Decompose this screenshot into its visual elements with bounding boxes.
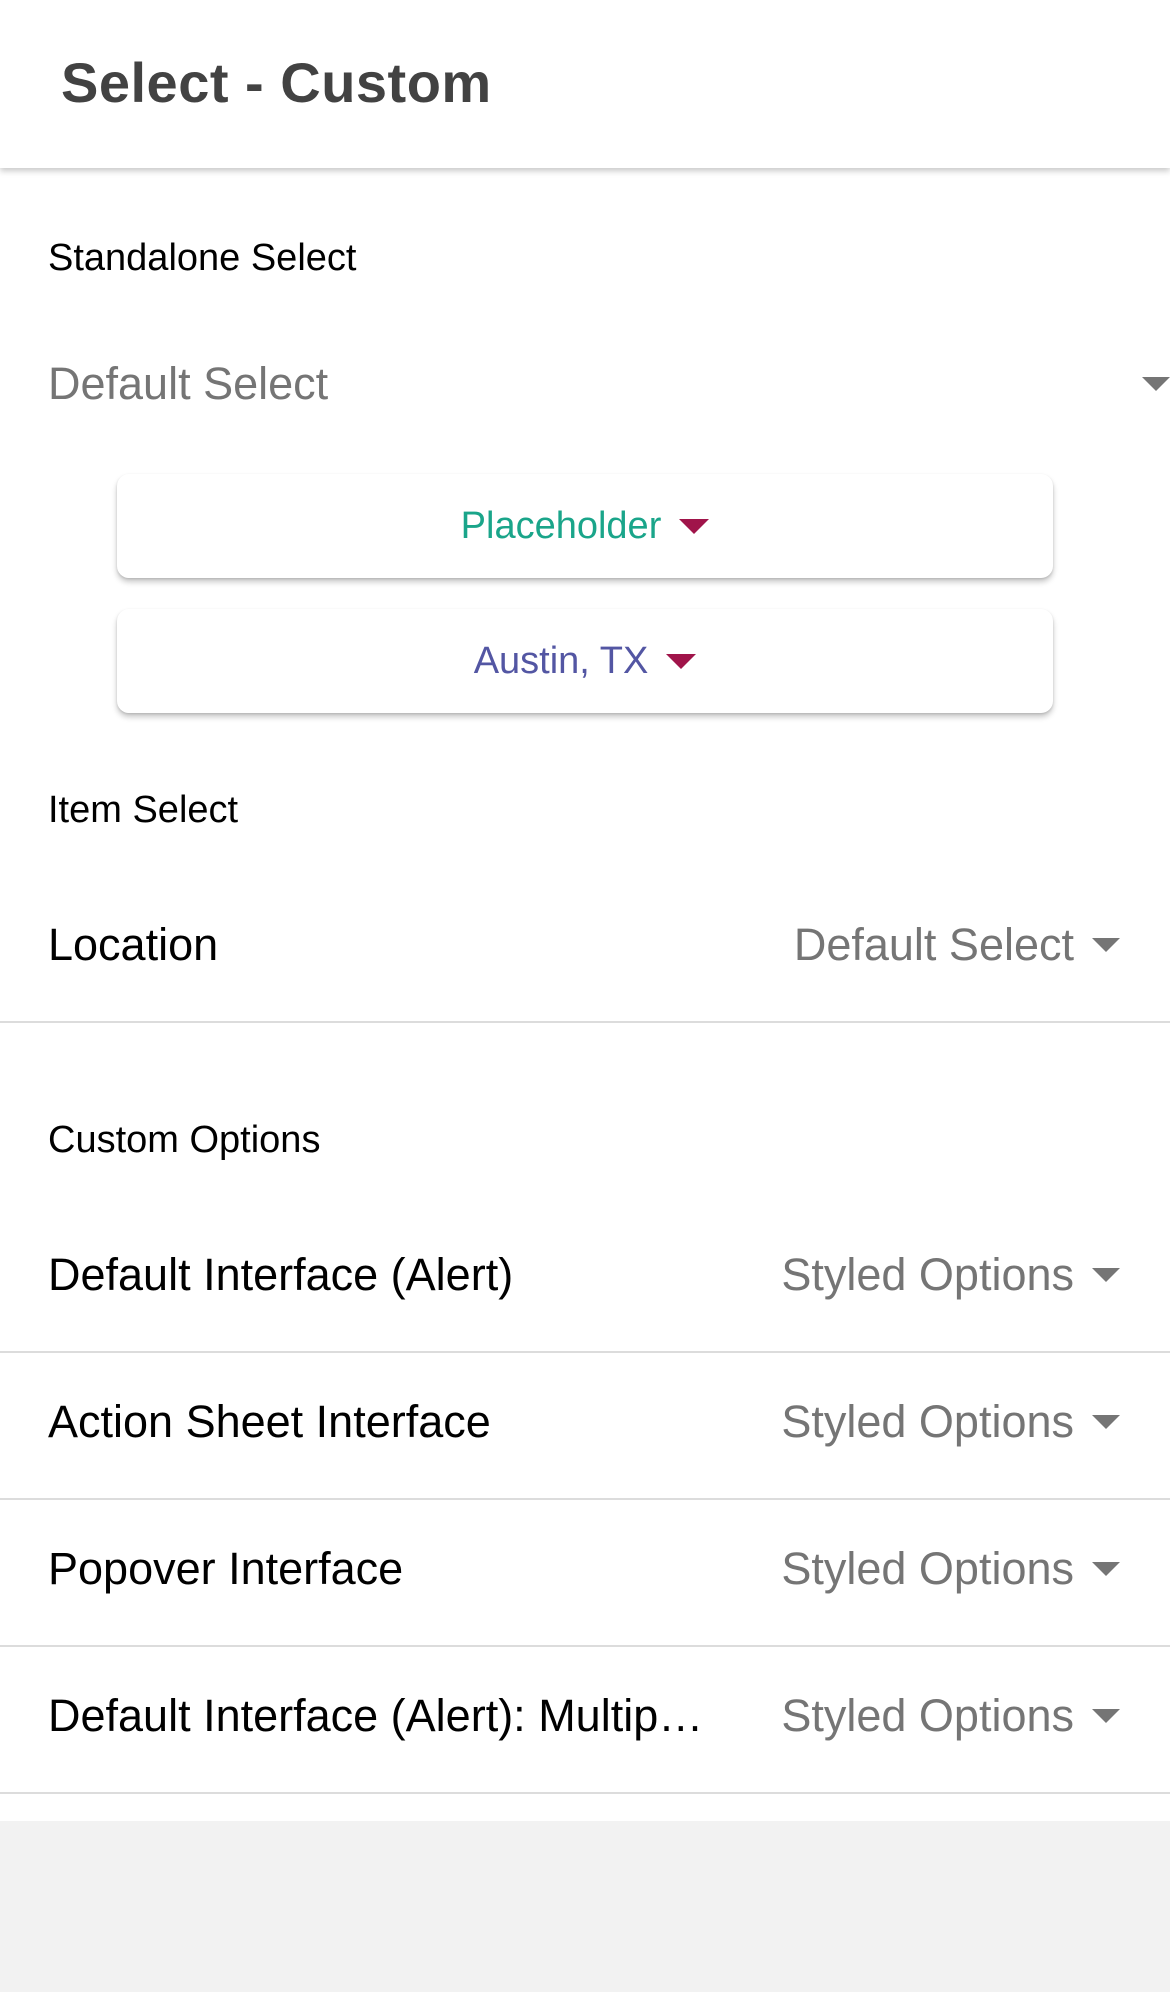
custom-select-alert[interactable]: Default Interface (Alert) Styled Options xyxy=(0,1207,1170,1353)
custom-select-popover[interactable]: Popover Interface Styled Options xyxy=(0,1501,1170,1647)
caret-down-icon xyxy=(1092,938,1120,952)
location-select-text: Austin, TX xyxy=(473,639,649,682)
item-value: Default Select xyxy=(794,919,1120,971)
caret-down-icon xyxy=(1092,1415,1120,1429)
item-label: Action Sheet Interface xyxy=(48,1396,491,1447)
item-label: Default Interface (Alert): Multiple Sele… xyxy=(48,1690,708,1741)
item-value: Styled Options xyxy=(781,1396,1120,1448)
custom-select-action-sheet[interactable]: Action Sheet Interface Styled Options xyxy=(0,1354,1170,1500)
default-select-text: Default Select xyxy=(48,358,329,409)
placeholder-select[interactable]: Placeholder xyxy=(117,474,1053,578)
item-value: Styled Options xyxy=(781,1543,1120,1595)
item-label: Default Interface (Alert) xyxy=(48,1249,514,1300)
caret-down-icon xyxy=(1142,377,1170,391)
item-value: Styled Options xyxy=(781,1690,1120,1742)
section-header-custom-options: Custom Options xyxy=(48,1119,321,1161)
custom-select-alert-multiple[interactable]: Default Interface (Alert): Multiple Sele… xyxy=(0,1648,1170,1794)
item-select-location[interactable]: Location Default Select xyxy=(0,877,1170,1023)
toolbar: Select - Custom xyxy=(0,0,1170,168)
page-title: Select - Custom xyxy=(61,51,492,114)
item-value-text: Styled Options xyxy=(781,1249,1074,1300)
item-value-text: Styled Options xyxy=(781,1543,1074,1594)
item-label: Location xyxy=(48,919,219,970)
caret-down-icon xyxy=(1092,1562,1120,1576)
caret-down-icon xyxy=(679,518,710,534)
item-value-text: Styled Options xyxy=(781,1396,1074,1447)
section-header-item-select: Item Select xyxy=(48,789,239,831)
caret-down-icon xyxy=(1092,1709,1120,1723)
caret-down-icon xyxy=(1092,1268,1120,1282)
section-header-standalone: Standalone Select xyxy=(48,237,357,279)
caret-down-icon xyxy=(666,653,697,669)
default-select[interactable]: Default Select xyxy=(48,358,1170,448)
item-label: Popover Interface xyxy=(48,1543,404,1594)
item-value-text: Styled Options xyxy=(781,1690,1074,1741)
item-value-text: Default Select xyxy=(793,919,1074,970)
empty-background xyxy=(0,1821,1170,1992)
location-select[interactable]: Austin, TX xyxy=(117,609,1053,713)
placeholder-select-text: Placeholder xyxy=(460,504,662,547)
content: Standalone Select Default Select Placeho… xyxy=(0,168,1170,1821)
page: Select - Custom Standalone Select Defaul… xyxy=(0,0,1170,1992)
item-value: Styled Options xyxy=(781,1249,1120,1301)
